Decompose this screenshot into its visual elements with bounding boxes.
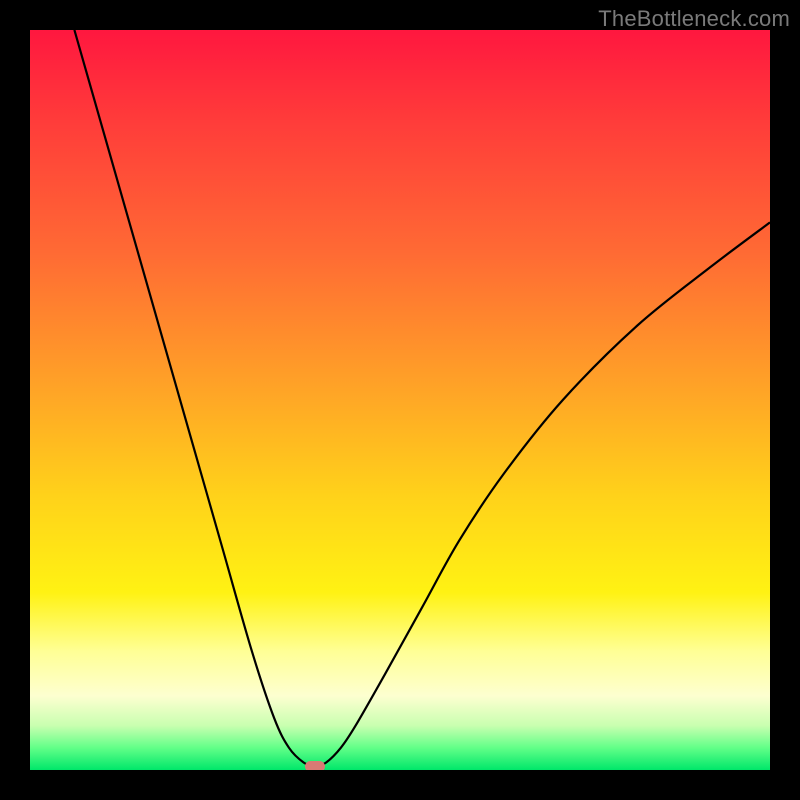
plot-area bbox=[30, 30, 770, 770]
bottleneck-curve bbox=[30, 30, 770, 770]
watermark-text: TheBottleneck.com bbox=[598, 6, 790, 32]
curve-path bbox=[74, 30, 770, 766]
chart-frame: TheBottleneck.com bbox=[0, 0, 800, 800]
optimum-marker bbox=[305, 761, 325, 770]
